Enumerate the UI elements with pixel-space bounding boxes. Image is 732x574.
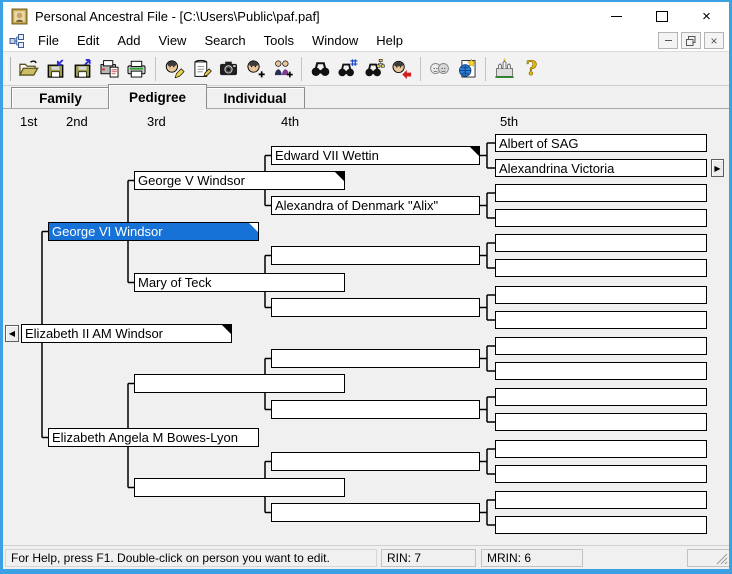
person-box-empty[interactable] <box>271 452 480 471</box>
person-box-empty[interactable] <box>271 246 480 265</box>
person-name: Elizabeth II AM Windsor <box>25 326 163 341</box>
person-name: Edward VII Wettin <box>275 148 379 163</box>
person-box-empty[interactable] <box>271 298 480 317</box>
more-ancestors-triangle <box>222 325 231 334</box>
application-window: { "window": { "title": "Personal Ancestr… <box>0 0 732 574</box>
person-box-empty[interactable] <box>495 209 707 227</box>
person-box-empty[interactable] <box>495 234 707 252</box>
person-box-empty[interactable] <box>495 440 707 458</box>
person-box[interactable]: Alexandra of Denmark "Alix" <box>271 196 480 215</box>
person-box-empty[interactable] <box>495 465 707 483</box>
person-box[interactable]: Edward VII Wettin <box>271 146 480 165</box>
person-name: George VI Windsor <box>52 224 163 239</box>
person-box[interactable]: Elizabeth II AM Windsor <box>21 324 232 343</box>
scroll-left-button[interactable]: ◀ <box>5 325 19 342</box>
person-box-empty[interactable] <box>495 184 707 202</box>
person-box-empty[interactable] <box>271 349 480 368</box>
person-box-empty[interactable] <box>495 259 707 277</box>
person-name: Mary of Teck <box>138 275 212 290</box>
tab-pedigree[interactable]: Pedigree <box>108 84 207 109</box>
person-box-empty[interactable] <box>495 362 707 380</box>
person-box-empty[interactable] <box>495 286 707 304</box>
person-name: Alexandra of Denmark "Alix" <box>275 198 439 213</box>
person-box-empty[interactable] <box>271 400 480 419</box>
person-box-empty[interactable] <box>134 478 345 497</box>
person-box[interactable]: Elizabeth Angela M Bowes-Lyon <box>48 428 259 447</box>
person-box-empty[interactable] <box>495 516 707 534</box>
person-box[interactable]: Albert of SAG <box>495 134 707 152</box>
more-ancestors-triangle <box>335 172 344 181</box>
person-box-empty[interactable] <box>271 503 480 522</box>
person-box-empty[interactable] <box>495 388 707 406</box>
person-box[interactable]: George VI Windsor <box>48 222 259 241</box>
person-name: George V Windsor <box>138 173 245 188</box>
person-box[interactable]: Alexandrina Victoria <box>495 159 707 177</box>
person-name: Alexandrina Victoria <box>499 160 615 176</box>
person-name: Albert of SAG <box>499 135 579 151</box>
more-ancestors-triangle <box>249 223 258 232</box>
person-box-empty[interactable] <box>495 491 707 509</box>
person-box-empty[interactable] <box>495 337 707 355</box>
person-box[interactable]: George V Windsor <box>134 171 345 190</box>
person-box-empty[interactable] <box>134 374 345 393</box>
scroll-right-button[interactable]: ▶ <box>711 159 724 177</box>
more-ancestors-triangle <box>470 147 479 156</box>
person-box-empty[interactable] <box>495 413 707 431</box>
person-box[interactable]: Mary of Teck <box>134 273 345 292</box>
person-name: Elizabeth Angela M Bowes-Lyon <box>52 430 238 445</box>
person-box-empty[interactable] <box>495 311 707 329</box>
